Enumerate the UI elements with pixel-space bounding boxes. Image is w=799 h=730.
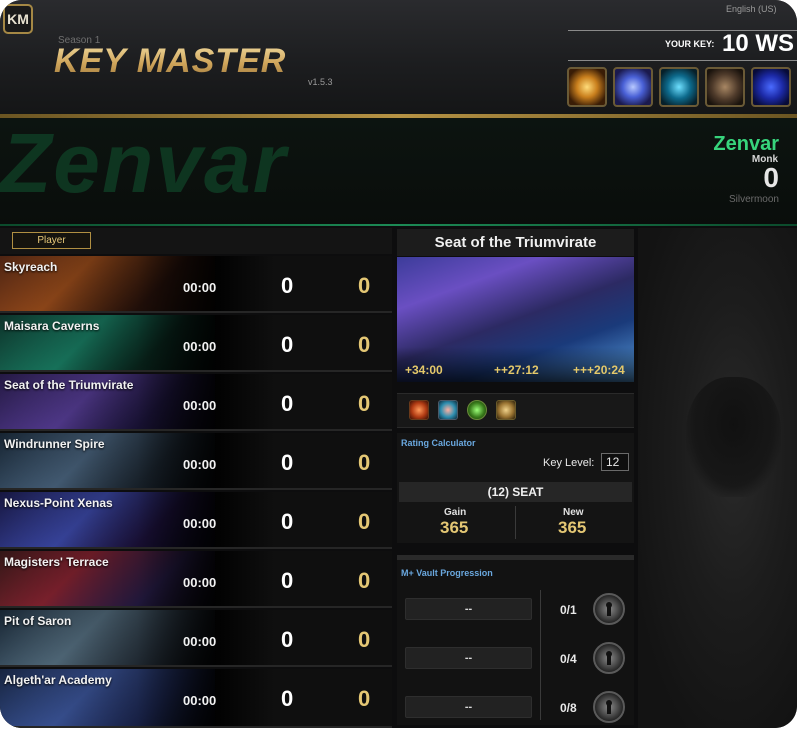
app-window: KM Season 1 KEY MASTER v1.5.3 English (U…	[0, 0, 797, 728]
dungeon-name: Magisters' Terrace	[4, 555, 109, 569]
rating-calculator: Rating Calculator Key Level: (12) SEAT G…	[397, 433, 634, 543]
creature-silhouette	[686, 377, 781, 497]
selected-dungeon-artwork: +34:00 ++27:12 +++20:24	[397, 257, 634, 382]
dungeon-time: 00:00	[183, 634, 217, 649]
dungeon-row-maisara-caverns[interactable]: Maisara Caverns 00:00 0 0	[0, 315, 392, 372]
new-value: 365	[558, 518, 587, 537]
key-divider-bottom	[568, 60, 797, 61]
spectral-figure-icon[interactable]	[659, 67, 699, 107]
dungeon-time: 00:00	[183, 280, 217, 295]
language-selector[interactable]: English (US)	[726, 4, 777, 14]
timer-plus-two: ++27:12	[494, 363, 539, 377]
dungeon-name: Pit of Saron	[4, 614, 72, 628]
vault-slot: --	[405, 598, 532, 620]
dungeon-rating: 0	[358, 509, 371, 534]
dungeon-rating: 0	[358, 332, 371, 357]
vault-lock-icon	[593, 642, 625, 674]
app-title: KEY MASTER	[54, 42, 287, 80]
dungeon-score: 0	[281, 568, 294, 593]
vault-slot: --	[405, 647, 532, 669]
keystone-emblem-icon[interactable]	[496, 400, 516, 420]
selected-dungeon-title: Seat of the Triumvirate	[397, 229, 634, 256]
dungeon-score: 0	[281, 450, 294, 475]
dungeon-time: 00:00	[183, 693, 217, 708]
character-realm: Silvermoon	[728, 194, 779, 205]
hooded-figure-icon[interactable]	[705, 67, 745, 107]
key-level-label: Key Level:	[543, 457, 595, 469]
dungeon-name: Nexus-Point Xenas	[4, 496, 113, 510]
dungeon-score: 0	[281, 391, 294, 416]
calculator-title: Rating Calculator	[401, 438, 476, 448]
vault-count: 0/1	[560, 603, 577, 617]
character-name-watermark: Zenvar	[0, 116, 288, 210]
dungeon-time: 00:00	[183, 516, 217, 531]
dungeon-score: 0	[281, 627, 294, 652]
dungeon-score: 0	[281, 273, 294, 298]
vault-slot: --	[405, 696, 532, 718]
eye-ring-icon[interactable]	[467, 400, 487, 420]
dungeon-name: Algeth'ar Academy	[4, 673, 112, 687]
dungeon-row-algethar-academy[interactable]: Algeth'ar Academy 00:00 0 0	[0, 669, 392, 728]
gain-label: Gain	[444, 507, 467, 518]
dungeon-score: 0	[281, 686, 294, 711]
vault-progression: M+ Vault Progression -- -- -- 0/1 0/4 0/…	[397, 555, 634, 725]
map-scroll-icon[interactable]	[438, 400, 458, 420]
banner-divider	[0, 224, 797, 226]
dungeon-rating: 0	[358, 273, 371, 298]
dungeon-row-magisters-terrace[interactable]: Magisters' Terrace 00:00 0 0	[0, 551, 392, 608]
dungeon-rating: 0	[358, 627, 371, 652]
app-logo[interactable]: KM	[3, 4, 33, 34]
vault-title: M+ Vault Progression	[401, 568, 493, 578]
dungeon-name: Windrunner Spire	[4, 437, 105, 451]
character-rating: 0	[763, 162, 779, 193]
vault-divider	[540, 590, 541, 720]
dungeon-rating: 0	[358, 686, 371, 711]
arcane-swirl-icon[interactable]	[613, 67, 653, 107]
void-storm-icon[interactable]	[751, 67, 791, 107]
timer-plus-one: +34:00	[405, 363, 443, 377]
dungeon-time: 00:00	[183, 339, 217, 354]
dungeon-row-pit-of-saron[interactable]: Pit of Saron 00:00 0 0	[0, 610, 392, 667]
dungeon-row-seat-of-the-triumvirate[interactable]: Seat of the Triumvirate 00:00 0 0	[0, 374, 392, 431]
dungeon-score: 0	[281, 509, 294, 534]
dungeon-name: Maisara Caverns	[4, 319, 100, 333]
dungeon-rating: 0	[358, 568, 371, 593]
dungeon-rating: 0	[358, 391, 371, 416]
new-label: New	[563, 507, 584, 518]
calculator-divider	[515, 506, 516, 539]
golden-orb-icon[interactable]	[567, 67, 607, 107]
dungeon-row-nexus-point-xenas[interactable]: Nexus-Point Xenas 00:00 0 0	[0, 492, 392, 549]
timer-plus-three: +++20:24	[573, 363, 625, 377]
dungeon-row-windrunner-spire[interactable]: Windrunner Spire 00:00 0 0	[0, 433, 392, 490]
vault-count: 0/8	[560, 701, 577, 715]
your-key-value: 10 WS	[722, 30, 795, 57]
character-name: Zenvar	[713, 133, 779, 155]
dungeon-rating: 0	[358, 450, 371, 475]
dungeon-time: 00:00	[183, 575, 217, 590]
dungeon-row-skyreach[interactable]: Skyreach 00:00 0 0	[0, 256, 392, 313]
vault-lock-icon	[593, 691, 625, 723]
key-level-input[interactable]	[601, 453, 629, 471]
gain-value: 365	[440, 518, 469, 537]
dungeon-time: 00:00	[183, 398, 217, 413]
dungeon-icon-strip	[397, 393, 634, 428]
version-label: v1.5.3	[308, 77, 333, 87]
vault-count: 0/4	[560, 652, 577, 666]
tab-player[interactable]: Player	[12, 232, 91, 249]
dungeon-time: 00:00	[183, 457, 217, 472]
your-key-label: YOUR KEY:	[665, 39, 715, 49]
calculator-dungeon-line: (12) SEAT	[399, 482, 632, 502]
skull-book-icon[interactable]	[409, 400, 429, 420]
vault-lock-icon	[593, 593, 625, 625]
dungeon-name: Skyreach	[4, 260, 58, 274]
dungeon-name: Seat of the Triumvirate	[4, 378, 134, 392]
dungeon-score: 0	[281, 332, 294, 357]
